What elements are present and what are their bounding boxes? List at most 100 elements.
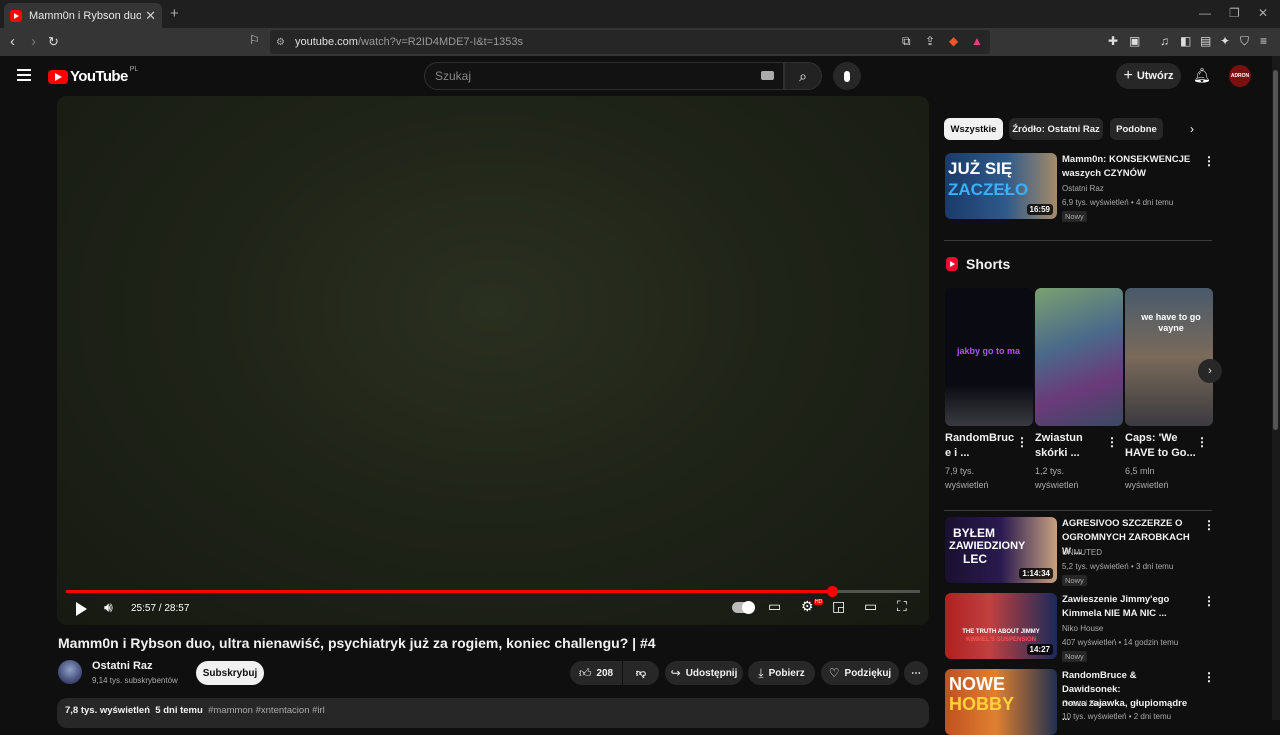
video-title[interactable]: Zawieszenie Jimmy'ego Kimmela NIE MA NIC…: [1062, 593, 1192, 621]
open-in-app-icon[interactable]: ⧉: [902, 34, 911, 49]
address-bar[interactable]: ⚙ youtube.com/watch?v=R2ID4MDE7-I&t=1353…: [270, 30, 990, 54]
dislike-button[interactable]: 👎︎: [623, 661, 659, 685]
video-thumbnail[interactable]: JUŻ SIĘ ZACZEŁO 16:59: [945, 153, 1057, 219]
channel-name[interactable]: UNMUTED: [1062, 546, 1102, 560]
notifications-bell-icon[interactable]: 🔔︎: [1193, 67, 1211, 84]
extensions-icon[interactable]: ✚: [1108, 34, 1118, 48]
avatar[interactable]: ADRON: [1229, 65, 1251, 87]
search-input[interactable]: Szukaj: [424, 62, 784, 90]
settings-gear-icon[interactable]: ⚙: [801, 598, 814, 615]
miniplayer-icon[interactable]: ◲: [832, 598, 845, 615]
brave-rewards-icon[interactable]: ▲: [971, 34, 983, 48]
more-vertical-icon[interactable]: ⋮: [1106, 435, 1118, 449]
progress-scrubber[interactable]: [826, 586, 838, 597]
share-icon: ↪: [670, 666, 681, 680]
channel-name[interactable]: Ostatni Raz: [92, 660, 153, 672]
video-title[interactable]: Mamm0n: KONSEKWENCJE waszych CZYNÓW: [1062, 153, 1192, 181]
autoplay-toggle[interactable]: [732, 601, 755, 614]
wallet-icon[interactable]: ▤: [1200, 34, 1211, 48]
chip-all[interactable]: Wszystkie: [944, 118, 1003, 140]
download-button[interactable]: ⤓ Pobierz: [748, 661, 815, 685]
back-icon[interactable]: ‹: [10, 33, 15, 50]
more-vertical-icon[interactable]: ⋮: [1016, 435, 1028, 449]
shorts-next-button[interactable]: ›: [1198, 359, 1222, 383]
play-icon[interactable]: [76, 602, 87, 616]
super-thanks-icon: ♡: [828, 666, 840, 680]
create-label: Utwórz: [1136, 70, 1174, 82]
keyboard-icon[interactable]: [761, 71, 774, 80]
guide-menu-icon[interactable]: [17, 69, 31, 81]
site-info-icon[interactable]: ⚙: [276, 37, 285, 48]
theater-mode-icon[interactable]: ▭: [864, 598, 877, 615]
short-thumbnail[interactable]: jakby go to ma: [945, 288, 1033, 426]
hashtags[interactable]: #mammon #xntentacion #irl: [208, 705, 325, 716]
short-thumbnail[interactable]: we have to go vayne: [1125, 288, 1213, 426]
channel-name[interactable]: Ostatni Raz: [1062, 182, 1104, 196]
forward-icon[interactable]: ›: [31, 33, 36, 50]
thumbnail-text: BYŁEM: [953, 526, 995, 540]
chevron-right-icon[interactable]: ›: [1190, 122, 1194, 136]
subscribe-button[interactable]: Subskrybuj: [196, 661, 264, 685]
chip-source[interactable]: Źródło: Ostatni Raz: [1009, 118, 1103, 140]
close-tab-icon[interactable]: ✕: [145, 8, 156, 24]
share-page-icon[interactable]: ⇪: [925, 34, 935, 48]
voice-search-button[interactable]: [833, 62, 861, 90]
page-scrollbar[interactable]: [1272, 56, 1280, 720]
like-button[interactable]: 👍︎ 208: [570, 661, 622, 685]
video-thumbnail[interactable]: THE TRUTH ABOUT JIMMY KIMMEL'S SUSPENSIO…: [945, 593, 1057, 659]
bookmark-icon[interactable]: ⚐: [249, 33, 260, 47]
channel-name[interactable]: Ostatni Raz: [1062, 697, 1104, 711]
leo-ai-icon[interactable]: ✦: [1220, 34, 1230, 48]
thumbnail-text: THE TRUTH ABOUT JIMMY: [962, 629, 1040, 635]
more-vertical-icon[interactable]: ⋮: [1203, 518, 1215, 532]
progress-bar[interactable]: [66, 586, 920, 597]
screenshot-icon[interactable]: ▣: [1129, 34, 1140, 48]
scrollbar-thumb[interactable]: [1273, 70, 1278, 430]
tab-title: Mamm0n i Rybson duo, ultra nienawiść: [29, 9, 142, 22]
chip-related[interactable]: Podobne: [1110, 118, 1163, 140]
subtitles-icon[interactable]: ▭: [768, 598, 781, 615]
vpn-icon[interactable]: ⛉: [1240, 34, 1249, 49]
browser-toolbar: ‹ › ↻ ⚐ ⚙ youtube.com/watch?v=R2ID4MDE7-…: [0, 28, 1280, 56]
fullscreen-icon[interactable]: ⛶: [897, 598, 907, 615]
channel-name[interactable]: Niko House: [1062, 622, 1103, 636]
more-actions-button[interactable]: ⋯: [904, 661, 928, 685]
chevron-right-icon: ›: [1208, 365, 1212, 377]
short-thumbnail[interactable]: [1035, 288, 1123, 426]
short-views: 7,9 tys. wyświetleń: [945, 464, 1025, 492]
search-button[interactable]: ⌕: [784, 62, 822, 90]
more-vertical-icon[interactable]: ⋮: [1203, 154, 1215, 168]
maximize-icon[interactable]: ❐: [1229, 6, 1240, 20]
thanks-button[interactable]: ♡ Podziękuj: [821, 661, 899, 685]
video-player[interactable]: 🔊︎ 25:57 / 28:57 ▭ ⚙ HD ◲ ▭ ⛶: [57, 96, 929, 625]
youtube-logo[interactable]: YouTube PL: [48, 66, 138, 85]
menu-icon[interactable]: ≡: [1260, 34, 1267, 48]
short-title[interactable]: Caps: 'We HAVE to Go...: [1125, 431, 1197, 461]
media-icon[interactable]: ♫: [1160, 34, 1169, 48]
thumbnail-text: ZAWIEDZIONY: [949, 540, 1026, 552]
minimize-icon[interactable]: —: [1199, 6, 1211, 20]
browser-tab[interactable]: Mamm0n i Rybson duo, ultra nienawiść ✕: [4, 3, 162, 28]
duration-badge: 16:59: [1026, 204, 1053, 215]
title-line: Zawieszenie Jimmy'ego: [1062, 594, 1170, 605]
short-title[interactable]: RandomBruc e i ...: [945, 431, 1017, 461]
subscriber-count: 9,14 tys. subskrybentów: [92, 676, 178, 685]
video-thumbnail[interactable]: NOWE HOBBY: [945, 669, 1057, 735]
share-button[interactable]: ↪ Udostępnij: [665, 661, 743, 685]
volume-icon[interactable]: 🔊︎: [104, 599, 113, 616]
channel-avatar[interactable]: [58, 660, 82, 684]
title-line: Kimmela NIE MA NIC ...: [1062, 608, 1167, 619]
video-thumbnail[interactable]: BYŁEM ZAWIEDZIONY LEC 1:14:34: [945, 517, 1057, 583]
more-vertical-icon[interactable]: ⋮: [1196, 435, 1208, 449]
create-button[interactable]: + Utwórz: [1116, 63, 1181, 89]
brave-shields-icon[interactable]: ◆: [949, 34, 958, 48]
more-vertical-icon[interactable]: ⋮: [1203, 670, 1215, 684]
sidebar-icon[interactable]: ◧: [1180, 34, 1191, 48]
new-tab-icon[interactable]: +: [170, 5, 179, 22]
description-box[interactable]: 7,8 tys. wyświetleń 5 dni temu #mammon #…: [57, 698, 929, 728]
more-vertical-icon[interactable]: ⋮: [1203, 594, 1215, 608]
search-icon: ⌕: [799, 67, 807, 84]
reload-icon[interactable]: ↻: [48, 34, 59, 50]
short-title[interactable]: Zwiastun skórki ...: [1035, 431, 1107, 461]
close-window-icon[interactable]: ✕: [1258, 6, 1268, 20]
